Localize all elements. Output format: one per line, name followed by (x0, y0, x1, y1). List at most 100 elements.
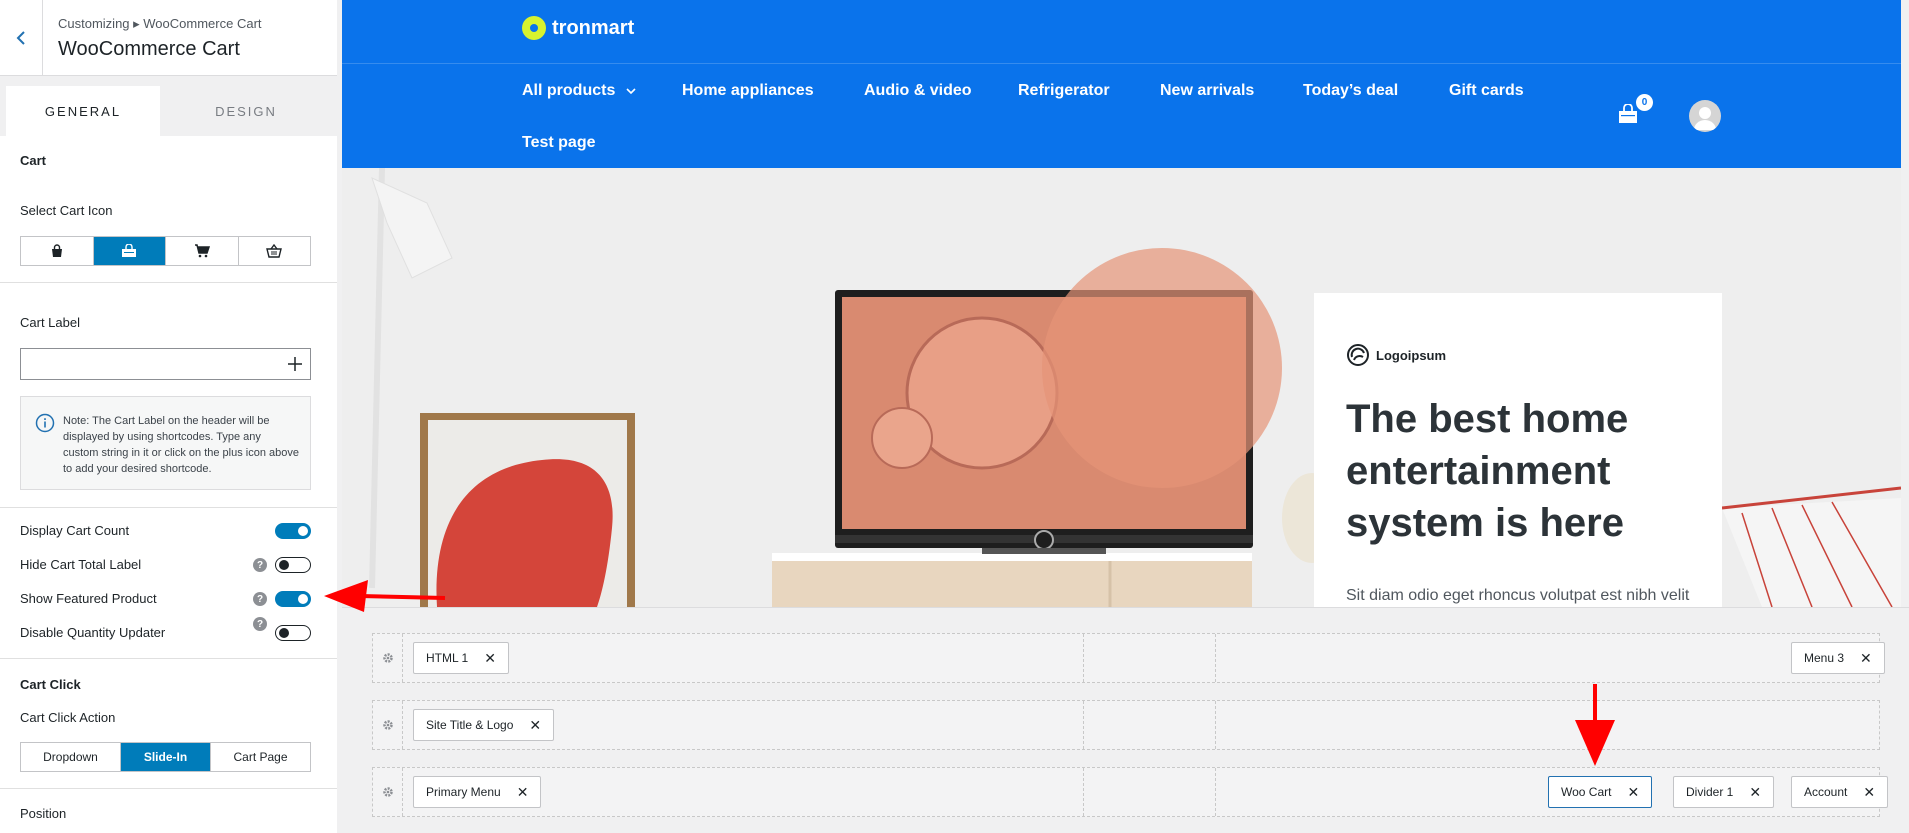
nav-all-products-label: All products (522, 82, 616, 99)
sidebar-header: Customizing ▸ WooCommerce Cart WooCommer… (0, 0, 337, 76)
hero-card-logo: Logoipsum (1346, 343, 1446, 367)
hero-heading: The best home entertainment system is he… (1346, 397, 1629, 545)
logo-mark-icon (522, 16, 546, 40)
help-icon[interactable]: ? (253, 558, 267, 572)
hide-cart-total-toggle[interactable] (275, 557, 311, 573)
gear-icon (382, 787, 393, 797)
remove-icon[interactable]: ✕ (484, 650, 496, 667)
chevron-down-icon (626, 88, 636, 95)
shopping-bag-icon (122, 244, 137, 257)
customizer-sidebar: Customizing ▸ WooCommerce Cart WooCommer… (0, 0, 337, 833)
chip-label: HTML 1 (426, 651, 469, 665)
hide-cart-total-label: Hide Cart Total Label (20, 557, 142, 572)
builder-item-woo-cart[interactable]: Woo Cart ✕ (1548, 776, 1653, 808)
bag-icon (51, 244, 62, 257)
nav-all-products[interactable]: All products (522, 82, 636, 100)
nav-home-appliances[interactable]: Home appliances (682, 82, 814, 100)
info-icon (35, 413, 55, 433)
nav-test-page[interactable]: Test page (522, 134, 596, 152)
cart-label-note: Note: The Cart Label on the header will … (20, 396, 311, 490)
display-cart-count-row: Display Cart Count (20, 521, 311, 541)
cart-icon-option-bag[interactable] (21, 237, 94, 265)
display-cart-count-label: Display Cart Count (20, 523, 130, 538)
plus-icon[interactable] (286, 355, 304, 373)
logoipsum-icon (1347, 344, 1369, 366)
action-cartpage-button[interactable]: Cart Page (211, 743, 310, 771)
cart-icon-option-shopping-bag[interactable] (93, 237, 166, 265)
remove-icon[interactable]: ✕ (1749, 784, 1761, 801)
action-dropdown-button[interactable]: Dropdown (21, 743, 121, 771)
builder-item-primary-menu[interactable]: Primary Menu ✕ (413, 776, 542, 808)
header-divider (342, 63, 1901, 64)
back-button[interactable] (0, 0, 43, 76)
cart-label-title: Cart Label (20, 315, 80, 330)
disable-quantity-updater-label: Disable Quantity Updater (20, 625, 166, 640)
nav-refrigerator[interactable]: Refrigerator (1018, 82, 1110, 100)
column-divider (1215, 701, 1216, 749)
column-divider (1083, 634, 1084, 682)
show-featured-product-toggle[interactable] (275, 591, 311, 607)
tab-design[interactable]: DESIGN (166, 86, 326, 136)
nav-gift-cards[interactable]: Gift cards (1449, 82, 1524, 100)
divider (0, 507, 337, 508)
builder-item-divider1[interactable]: Divider 1 ✕ (1673, 776, 1775, 808)
cart-label-input[interactable] (21, 349, 281, 379)
header-builder: HTML 1 ✕ Menu 3 ✕ Site Title & Logo ✕ Pr… (342, 607, 1909, 833)
sidebar-tabs: GENERAL DESIGN (0, 76, 337, 136)
hide-cart-total-row: Hide Cart Total Label ? (20, 555, 311, 575)
cart-count-badge: 0 (1636, 94, 1653, 111)
cart-icon (194, 244, 210, 258)
builder-item-html1[interactable]: HTML 1 ✕ (413, 642, 509, 674)
chip-label: Divider 1 (1686, 785, 1734, 799)
site-logo[interactable]: tronmart (522, 16, 634, 40)
user-icon (1694, 107, 1716, 130)
show-featured-product-row: Show Featured Product ? (20, 589, 311, 609)
tab-general[interactable]: GENERAL (6, 86, 160, 136)
breadcrumb: Customizing ▸ WooCommerce Cart (58, 16, 262, 31)
chip-label: Woo Cart (1561, 785, 1612, 799)
remove-icon[interactable]: ✕ (529, 717, 541, 734)
builder-item-menu3[interactable]: Menu 3 ✕ (1791, 642, 1885, 674)
builder-row-bottom: Primary Menu ✕ Woo Cart ✕ Divider 1 ✕ Ac… (372, 767, 1889, 817)
position-label: Position (20, 806, 67, 821)
remove-icon[interactable]: ✕ (517, 784, 529, 801)
cart-section-title: Cart (20, 153, 47, 168)
row-settings-button[interactable] (373, 768, 403, 816)
nav-new-arrivals[interactable]: New arrivals (1160, 82, 1254, 100)
hero-section: Logoipsum The best home entertainment sy… (342, 168, 1901, 607)
row-settings-button[interactable] (373, 701, 403, 749)
select-cart-icon-label: Select Cart Icon (20, 203, 113, 218)
row-settings-button[interactable] (373, 634, 403, 682)
remove-icon[interactable]: ✕ (1860, 650, 1872, 667)
cart-click-section-title: Cart Click (20, 677, 81, 692)
column-divider (1215, 768, 1216, 816)
disable-quantity-updater-toggle[interactable] (275, 625, 311, 641)
action-slidein-button[interactable]: Slide-In (121, 743, 211, 771)
hero-card-logo-text: Logoipsum (1376, 347, 1447, 363)
cart-icon-option-basket[interactable] (239, 237, 311, 265)
display-cart-count-toggle[interactable] (275, 523, 311, 539)
builder-row-top: HTML 1 ✕ Menu 3 ✕ (372, 633, 1885, 683)
nav-audio-video[interactable]: Audio & video (864, 82, 972, 100)
hero-text: Sit diam odio eget rhoncus volutpat est … (1346, 587, 1690, 604)
column-divider (1083, 768, 1084, 816)
help-icon[interactable]: ? (253, 592, 267, 606)
builder-item-account[interactable]: Account ✕ (1791, 776, 1889, 808)
chevron-left-icon (16, 31, 25, 45)
show-featured-product-label: Show Featured Product (20, 591, 157, 606)
chip-label: Primary Menu (426, 785, 501, 799)
cart-icon-option-cart[interactable] (166, 237, 239, 265)
help-icon[interactable]: ? (253, 617, 267, 631)
site-preview: tronmart All products Home appliances Au… (342, 0, 1901, 607)
cart-icon-selector (20, 236, 311, 266)
remove-icon[interactable]: ✕ (1863, 784, 1875, 801)
builder-item-site-title-logo[interactable]: Site Title & Logo ✕ (413, 709, 555, 741)
remove-icon[interactable]: ✕ (1627, 784, 1639, 801)
header-cart-icon[interactable] (1617, 104, 1639, 124)
site-header: tronmart All products Home appliances Au… (342, 0, 1901, 168)
brand-name: tronmart (552, 16, 635, 39)
panel-title: WooCommerce Cart (58, 38, 240, 60)
account-avatar[interactable] (1689, 100, 1721, 132)
nav-todays-deal[interactable]: Today’s deal (1303, 82, 1398, 100)
divider (0, 282, 337, 283)
